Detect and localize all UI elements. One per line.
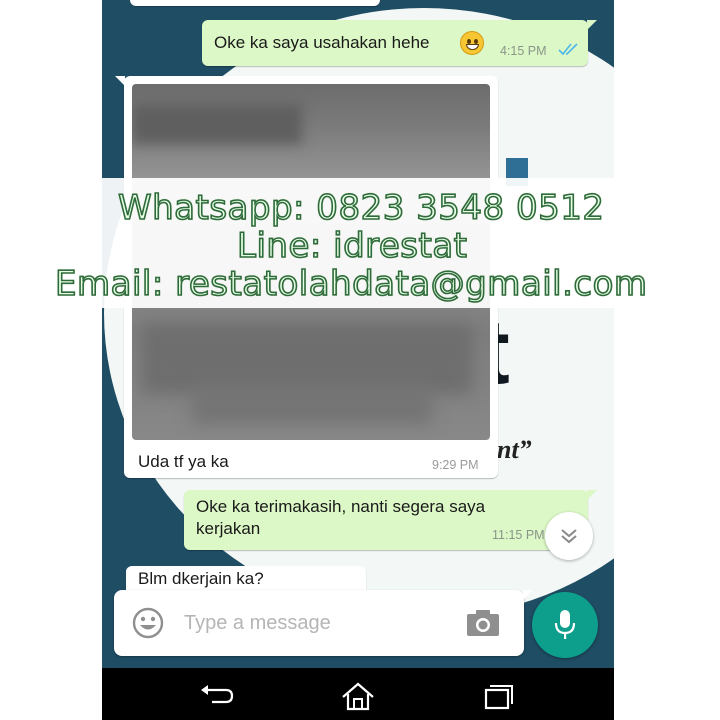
outgoing-message[interactable]: Oke ka saya usahakan hehe 4:15 PM bbox=[202, 20, 597, 66]
recents-icon[interactable] bbox=[478, 680, 518, 712]
message-text: Oke ka saya usahakan hehe bbox=[214, 33, 430, 52]
read-ticks-icon bbox=[558, 43, 578, 56]
watermark-whatsapp: Whatsapp: 0823 3548 0512 bbox=[117, 187, 605, 229]
message-text-line1: Oke ka terimakasih, nanti segera saya bbox=[196, 497, 486, 516]
message-time: 9:29 PM bbox=[432, 458, 479, 472]
message-text-line2: kerjakan bbox=[196, 519, 261, 538]
message-text: Blm dkerjain ka? bbox=[138, 569, 264, 588]
watermark-line: Line: idrestat bbox=[236, 225, 468, 267]
home-icon[interactable] bbox=[338, 680, 378, 712]
voice-message-button[interactable] bbox=[532, 592, 598, 658]
back-icon[interactable] bbox=[198, 680, 238, 712]
navigation-bar bbox=[102, 668, 614, 720]
scroll-to-bottom-button[interactable] bbox=[545, 512, 593, 560]
message-time: 4:15 PM bbox=[500, 44, 547, 58]
camera-icon[interactable] bbox=[466, 609, 500, 637]
outgoing-message[interactable]: Oke ka terimakasih, nanti segera saya ke… bbox=[184, 490, 597, 550]
phone-screen: at nt” Oke ka saya usahakan hehe 4:15 PM… bbox=[102, 0, 614, 720]
message-input-bar[interactable]: Type a message bbox=[114, 590, 533, 656]
previous-message-stub[interactable] bbox=[130, 0, 380, 6]
double-chevron-down-icon bbox=[561, 529, 577, 544]
message-input-placeholder[interactable]: Type a message bbox=[184, 612, 331, 635]
image-caption: Uda tf ya ka bbox=[138, 452, 229, 471]
wallpaper-tagline: nt” bbox=[497, 435, 532, 464]
smiley-icon[interactable] bbox=[132, 607, 164, 639]
mic-icon bbox=[554, 610, 576, 639]
grinning-face-icon bbox=[460, 31, 484, 55]
watermark-email: Email: restatolahdata@gmail.com bbox=[54, 263, 648, 305]
message-time: 11:15 PM bbox=[492, 528, 545, 542]
